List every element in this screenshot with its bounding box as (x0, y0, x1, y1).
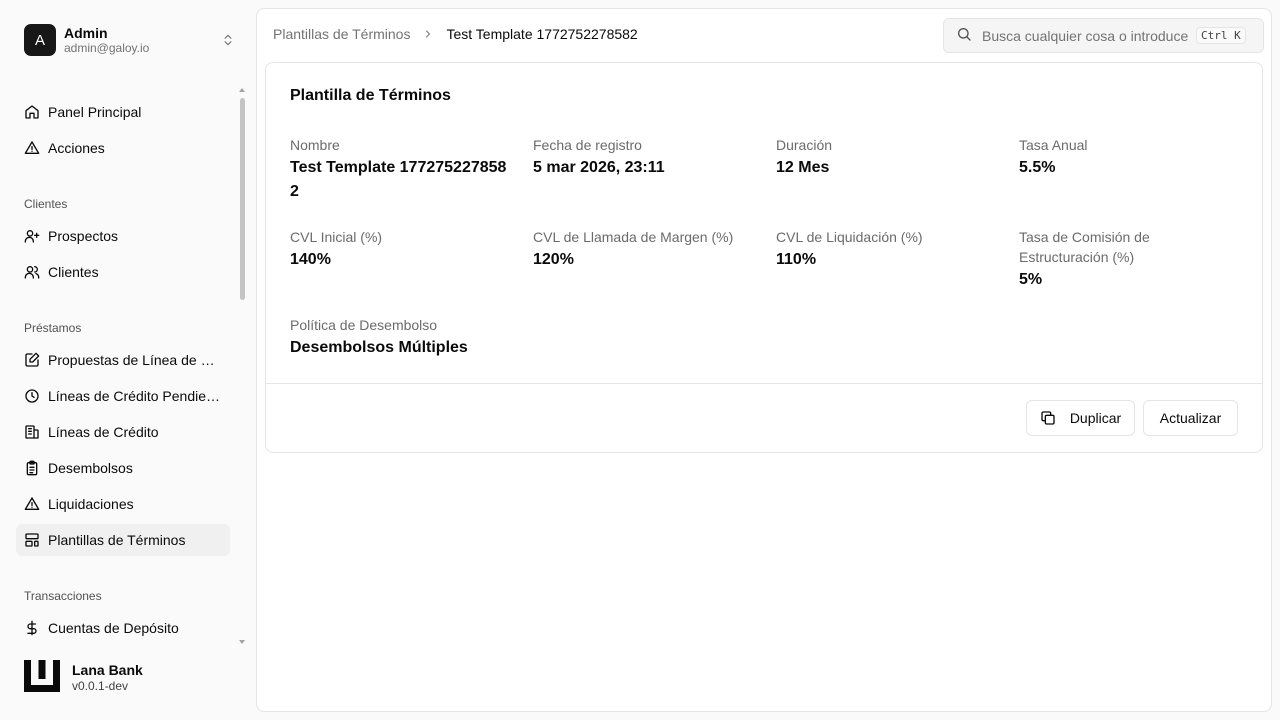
field-cvl-liquidacion: CVL de Liquidación (%) 110% (776, 227, 996, 272)
sidebar-item-panel-principal[interactable]: Panel Principal (16, 96, 230, 128)
field-cvl-inicial: CVL Inicial (%) 140% (290, 227, 510, 272)
brand-version: v0.0.1-dev (72, 678, 129, 693)
field-duracion: Duración 12 Mes (776, 135, 996, 180)
search-input[interactable] (982, 27, 1192, 44)
search-shortcut: Ctrl K (1196, 27, 1246, 44)
field-value: Desembolsos Múltiples (290, 339, 468, 356)
field-label: Fecha de registro (533, 137, 642, 153)
field-label: CVL de Liquidación (%) (776, 229, 923, 245)
sidebar-item-lineas-pendientes[interactable]: Líneas de Crédito Pendient... (16, 380, 230, 412)
sidebar-item-label: Líneas de Crédito (48, 424, 159, 440)
nav-group-transacciones: Transacciones (24, 589, 102, 603)
field-label: Política de Desembolso (290, 317, 438, 333)
terms-template-card: Plantilla de Términos Nombre Test Templa… (265, 62, 1263, 453)
sidebar-scroll-thumb[interactable] (240, 98, 245, 300)
sidebar: A Admin admin@galoy.io Panel Principal A… (0, 0, 256, 720)
field-tasa-comision: Tasa de Comisión de Estructuración (%) 5… (1019, 227, 1199, 292)
card-divider (266, 383, 1262, 384)
breadcrumb-link-plantillas[interactable]: Plantillas de Términos (273, 26, 410, 42)
field-nombre: Nombre Test Template 1772752278582 (290, 135, 510, 204)
sidebar-nav: Panel Principal Acciones Clientes Prospe… (0, 88, 250, 648)
user-info: Admin admin@galoy.io (64, 25, 220, 56)
main-content: Plantillas de Términos Test Template 177… (256, 8, 1272, 712)
field-value: 5 mar 2026, 23:11 (533, 159, 665, 176)
scroll-up-arrow-icon[interactable] (239, 88, 245, 92)
sidebar-item-plantillas[interactable]: Plantillas de Términos (16, 524, 230, 556)
breadcrumb: Plantillas de Términos Test Template 177… (273, 26, 638, 42)
search-icon (956, 26, 972, 45)
sidebar-item-label: Cuentas de Depósito (48, 620, 179, 636)
file-edit-icon (24, 352, 40, 368)
home-icon (24, 104, 40, 120)
brand-text: Lana Bank v0.0.1-dev (72, 662, 143, 694)
sidebar-item-label: Líneas de Crédito Pendient... (48, 388, 224, 404)
chevron-right-icon (422, 28, 434, 40)
clock-icon (24, 388, 40, 404)
clipboard-list-icon (24, 460, 40, 476)
field-label: CVL de Llamada de Margen (%) (533, 229, 734, 245)
sidebar-item-liquidaciones[interactable]: Liquidaciones (16, 488, 230, 520)
sidebar-item-acciones[interactable]: Acciones (16, 132, 230, 164)
layout-template-icon (24, 532, 40, 548)
users-icon (24, 264, 40, 280)
alert-triangle-icon (24, 140, 40, 156)
field-tasa-anual: Tasa Anual 5.5% (1019, 135, 1239, 180)
brand: Lana Bank v0.0.1-dev (24, 660, 143, 695)
brand-name: Lana Bank (72, 661, 143, 678)
sidebar-item-label: Prospectos (48, 228, 119, 244)
update-button-label: Actualizar (1159, 410, 1222, 426)
field-value: 5.5% (1019, 159, 1056, 176)
sidebar-item-propuestas[interactable]: Propuestas de Línea de Cr... (16, 344, 230, 376)
update-button[interactable]: Actualizar (1143, 400, 1238, 436)
sidebar-item-label: Acciones (48, 140, 105, 156)
field-value: 120% (533, 251, 574, 268)
field-value: 12 Mes (776, 159, 830, 176)
nav-group-clientes: Clientes (24, 197, 68, 211)
field-label: Duración (776, 137, 833, 153)
card-title: Plantilla de Términos (290, 87, 451, 104)
sidebar-item-cuentas-deposito[interactable]: Cuentas de Depósito (16, 612, 230, 644)
sidebar-item-label: Liquidaciones (48, 496, 134, 512)
sidebar-item-label: Plantillas de Términos (48, 532, 186, 548)
dollar-sign-icon (24, 620, 40, 636)
sidebar-item-label: Clientes (48, 264, 99, 280)
sidebar-item-label: Desembolsos (48, 460, 133, 476)
scroll-down-arrow-icon[interactable] (239, 640, 245, 644)
search-bar[interactable]: Ctrl K (943, 18, 1264, 53)
copy-icon (1040, 410, 1056, 426)
breadcrumb-current: Test Template 1772752278582 (446, 26, 638, 42)
field-value: Test Template 1772752278582 (290, 159, 507, 200)
sidebar-item-prospectos[interactable]: Prospectos (16, 220, 230, 252)
field-label: CVL Inicial (%) (290, 229, 383, 245)
field-cvl-llamada-margen: CVL de Llamada de Margen (%) 120% (533, 227, 753, 272)
chevrons-up-down-icon (220, 32, 236, 48)
field-value: 140% (290, 251, 331, 268)
lana-bank-logo-icon (24, 660, 60, 695)
user-plus-icon (24, 228, 40, 244)
sidebar-item-label: Panel Principal (48, 104, 142, 120)
avatar: A (24, 24, 56, 56)
building-icon (24, 424, 40, 440)
duplicate-button-label: Duplicar (1069, 410, 1122, 426)
sidebar-item-desembolsos[interactable]: Desembolsos (16, 452, 230, 484)
sidebar-item-clientes[interactable]: Clientes (16, 256, 230, 288)
field-label: Nombre (290, 137, 340, 153)
user-email: admin@galoy.io (64, 40, 150, 55)
sidebar-item-lineas-credito[interactable]: Líneas de Crédito (16, 416, 230, 448)
user-name: Admin (64, 24, 108, 41)
duplicate-button[interactable]: Duplicar (1026, 400, 1135, 436)
field-label: Tasa de Comisión de Estructuración (%) (1019, 229, 1150, 265)
field-value: 5% (1019, 271, 1043, 288)
field-fecha-registro: Fecha de registro 5 mar 2026, 23:11 (533, 135, 753, 180)
alert-triangle-icon (24, 496, 40, 512)
user-menu-trigger[interactable]: A Admin admin@galoy.io (24, 24, 236, 56)
nav-group-prestamos: Préstamos (24, 321, 82, 335)
field-label: Tasa Anual (1019, 137, 1088, 153)
sidebar-item-label: Propuestas de Línea de Cr... (48, 352, 224, 368)
field-value: 110% (776, 251, 817, 268)
field-politica-desembolso: Política de Desembolso Desembolsos Múlti… (290, 315, 590, 360)
